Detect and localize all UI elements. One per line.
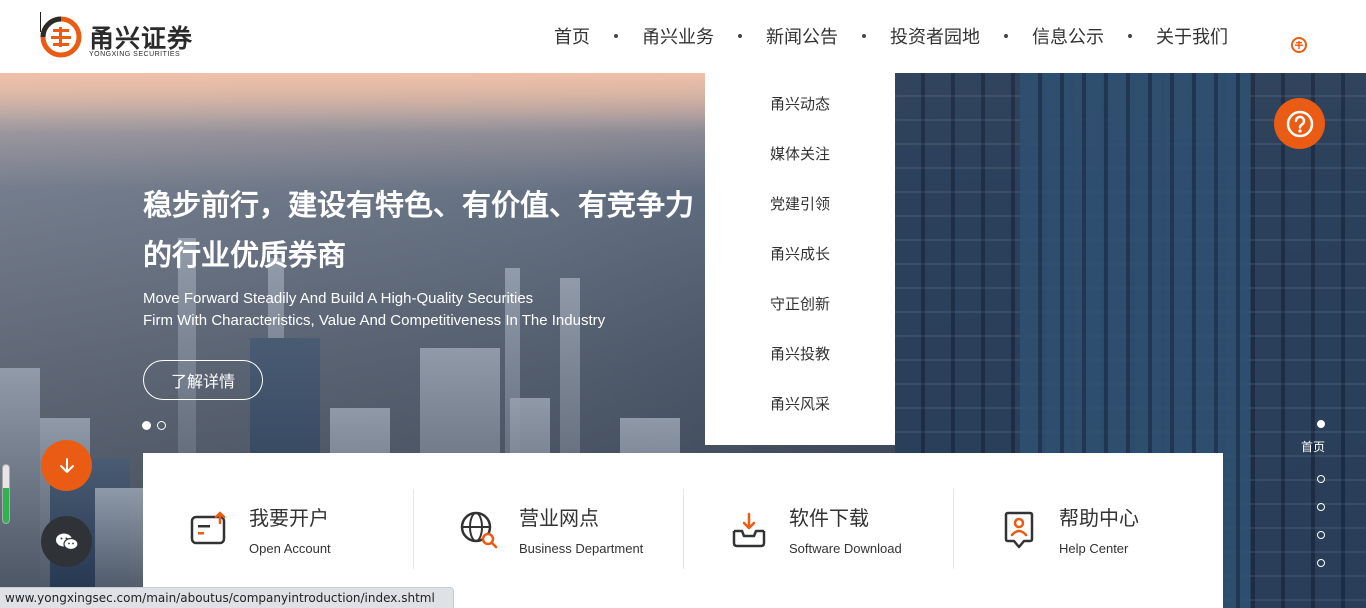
service-open-account[interactable]: 我要开户 Open Account bbox=[143, 453, 413, 608]
nav-separator bbox=[1128, 34, 1132, 38]
nav-home[interactable]: 首页 bbox=[554, 23, 590, 49]
site-logo[interactable]: 甬兴证券 YONGXING SECURITIES bbox=[40, 16, 200, 60]
slide-indicator bbox=[142, 421, 166, 430]
download-tray-icon bbox=[732, 512, 766, 548]
learn-more-button[interactable]: 了解详情 bbox=[143, 360, 263, 400]
logo-text-en: YONGXING SECURITIES bbox=[89, 51, 181, 58]
nav-separator bbox=[738, 34, 742, 38]
wechat-button[interactable] bbox=[41, 516, 92, 567]
quick-services: 我要开户 Open Account 营业网点 Business Departme… bbox=[143, 453, 1223, 608]
slide-dot[interactable] bbox=[157, 421, 166, 430]
wechat-icon bbox=[55, 533, 79, 550]
nav-about[interactable]: 关于我们 bbox=[1156, 23, 1228, 49]
nav-separator bbox=[862, 34, 866, 38]
service-download[interactable]: 软件下载 Software Download bbox=[683, 453, 953, 608]
service-title: 我要开户 bbox=[249, 506, 329, 530]
hero-title: 稳步前行，建设有特色、有价值、有竞争力的行业优质券商 bbox=[143, 188, 695, 272]
hero-subtitle: Move Forward Steadily And Build A High-Q… bbox=[143, 288, 703, 332]
help-center-icon bbox=[1004, 511, 1034, 549]
service-help-center[interactable]: 帮助中心 Help Center bbox=[953, 453, 1223, 608]
service-title: 软件下载 bbox=[789, 506, 869, 530]
scroll-indicator bbox=[2, 464, 10, 524]
dropdown-item-growth[interactable]: 甬兴成长 bbox=[705, 242, 895, 292]
dropdown-item-style[interactable]: 甬兴风采 bbox=[705, 392, 895, 442]
slide-dot[interactable] bbox=[142, 421, 151, 430]
pager-dot[interactable] bbox=[1317, 420, 1325, 428]
nav-news[interactable]: 新闻公告 bbox=[766, 23, 838, 49]
nav-separator bbox=[1004, 34, 1008, 38]
service-title: 营业网点 bbox=[519, 506, 599, 530]
dropdown-item-education[interactable]: 甬兴投教 bbox=[705, 342, 895, 392]
dropdown-item-party[interactable]: 党建引领 bbox=[705, 192, 895, 242]
pager-label: 首页 bbox=[1301, 440, 1326, 454]
dropdown-item-news[interactable]: 甬兴动态 bbox=[705, 92, 895, 142]
help-float-button[interactable] bbox=[1274, 98, 1325, 149]
pager-dot[interactable] bbox=[1317, 475, 1325, 483]
service-branches[interactable]: 营业网点 Business Department bbox=[413, 453, 683, 608]
pager-dot[interactable] bbox=[1317, 559, 1325, 567]
scroll-down-button[interactable] bbox=[41, 440, 92, 491]
nav-business[interactable]: 甬兴业务 bbox=[642, 23, 714, 49]
scroll-indicator-fill bbox=[3, 488, 9, 523]
dropdown-item-media[interactable]: 媒体关注 bbox=[705, 142, 895, 192]
small-logo-icon[interactable] bbox=[1290, 36, 1308, 54]
pager-dot[interactable] bbox=[1317, 503, 1325, 511]
service-title: 帮助中心 bbox=[1059, 506, 1139, 530]
nav-investor[interactable]: 投资者园地 bbox=[890, 23, 980, 49]
hero-subtitle-line: Move Forward Steadily And Build A High-Q… bbox=[143, 290, 534, 307]
logo-mark-icon bbox=[40, 16, 82, 58]
arrow-down-icon bbox=[59, 457, 74, 473]
hero-subtitle-line: Firm With Characteristics, Value And Com… bbox=[143, 312, 606, 329]
main-nav: 首页 甬兴业务 新闻公告 投资者园地 信息公示 关于我们 bbox=[554, 22, 1228, 50]
service-subtitle: Open Account bbox=[249, 541, 331, 556]
nav-disclosure[interactable]: 信息公示 bbox=[1032, 23, 1104, 49]
browser-status-url: www.yongxingsec.com/main/aboutus/company… bbox=[0, 587, 454, 608]
logo-text-cn: 甬兴证券 bbox=[89, 24, 194, 53]
dropdown-item-innovation[interactable]: 守正创新 bbox=[705, 292, 895, 342]
service-subtitle: Help Center bbox=[1059, 541, 1129, 556]
question-circle-icon bbox=[1286, 110, 1313, 137]
news-dropdown-menu: 甬兴动态 媒体关注 党建引领 甬兴成长 守正创新 甬兴投教 甬兴风采 bbox=[705, 73, 895, 445]
service-subtitle: Business Department bbox=[519, 541, 644, 556]
service-subtitle: Software Download bbox=[789, 541, 902, 556]
nav-separator bbox=[614, 34, 618, 38]
pager-dot[interactable] bbox=[1317, 531, 1325, 539]
open-account-icon bbox=[190, 511, 226, 545]
globe-search-icon bbox=[460, 511, 498, 549]
site-header: 甬兴证券 YONGXING SECURITIES 首页 甬兴业务 新闻公告 投资… bbox=[0, 0, 1366, 73]
